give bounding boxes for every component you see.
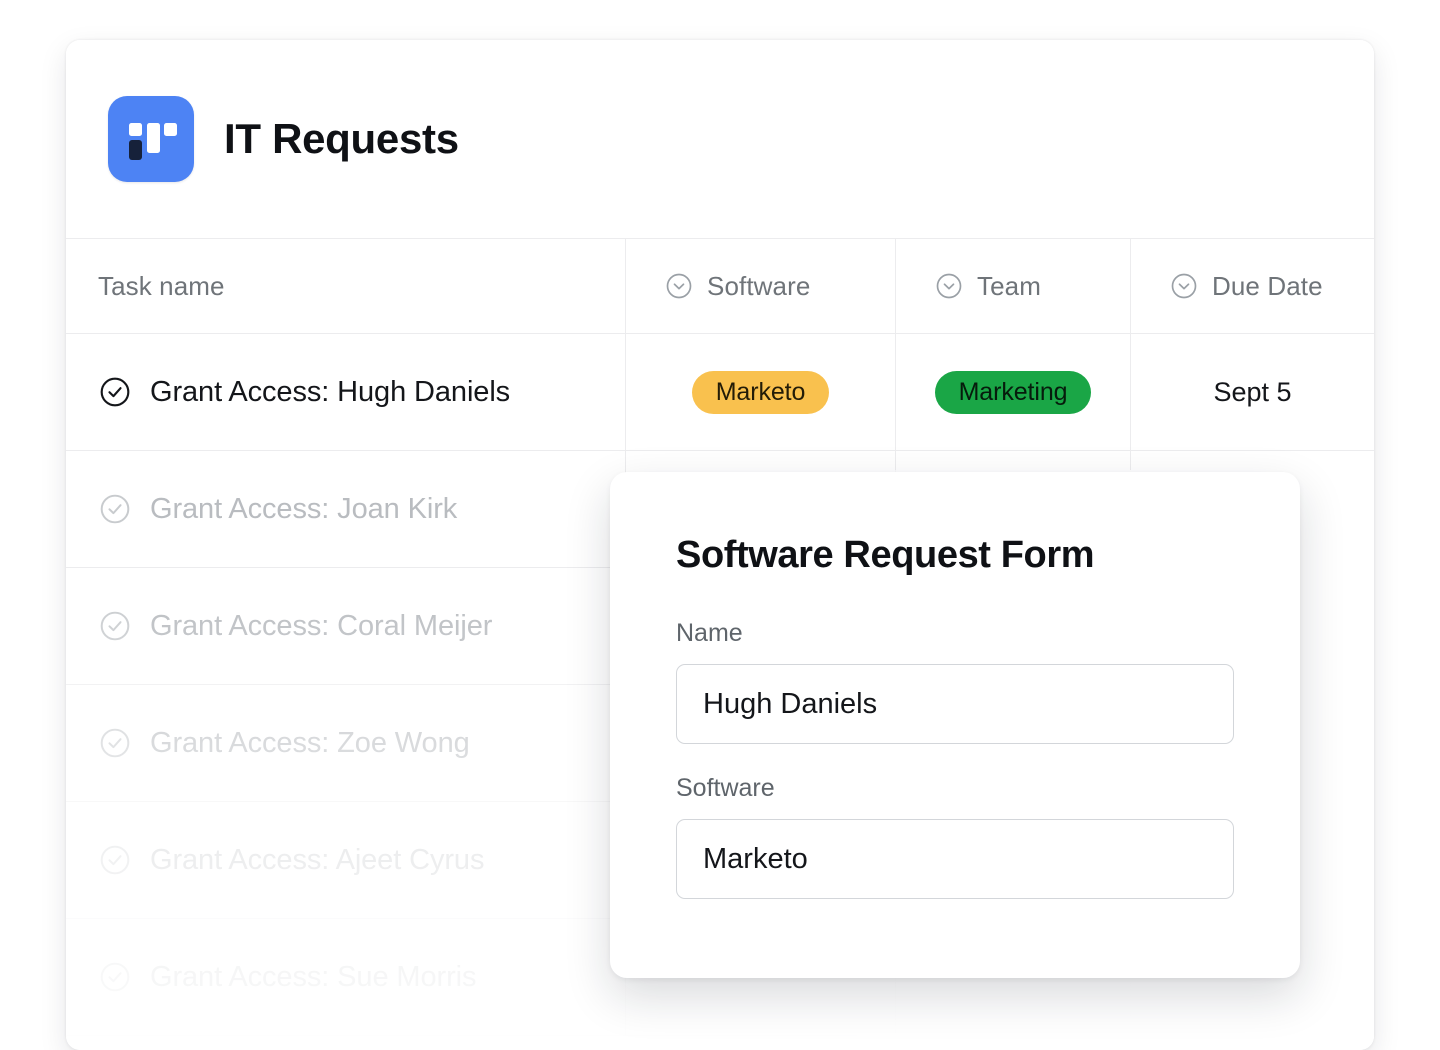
task-name-label: Grant Access: Coral Meijer xyxy=(150,610,492,643)
task-name-cell[interactable]: Grant Access: Ajeet Cyrus xyxy=(66,802,626,918)
column-header-label: Software xyxy=(707,271,810,302)
software-request-form-modal: Software Request Form Name Hugh Daniels … xyxy=(610,472,1300,978)
task-name-cell[interactable]: Grant Access: Sue Morris xyxy=(66,919,626,1035)
table-row[interactable]: Grant Access: Hugh Daniels Marketo Marke… xyxy=(66,334,1374,451)
check-circle-icon[interactable] xyxy=(98,843,132,877)
task-name-label: Grant Access: Zoe Wong xyxy=(150,727,470,760)
due-date-cell[interactable]: Sept 5 xyxy=(1131,334,1374,450)
modal-title: Software Request Form xyxy=(676,534,1234,577)
software-field-label: Software xyxy=(676,774,1234,803)
task-name-label: Grant Access: Joan Kirk xyxy=(150,493,457,526)
check-circle-icon[interactable] xyxy=(98,609,132,643)
chevron-down-circle-icon xyxy=(1169,271,1199,301)
kanban-board-icon xyxy=(108,96,194,182)
team-cell[interactable]: Marketing xyxy=(896,334,1131,450)
task-name-label: Grant Access: Sue Morris xyxy=(150,961,476,994)
app-header: IT Requests xyxy=(66,40,1374,238)
task-name-label: Grant Access: Ajeet Cyrus xyxy=(150,844,484,877)
task-name-cell[interactable]: Grant Access: Zoe Wong xyxy=(66,685,626,801)
chevron-down-circle-icon xyxy=(664,271,694,301)
table-header-row: Task name Software Team xyxy=(66,239,1374,334)
column-header-software[interactable]: Software xyxy=(626,239,896,333)
name-field[interactable]: Hugh Daniels xyxy=(676,664,1234,744)
check-circle-icon[interactable] xyxy=(98,960,132,994)
name-field-label: Name xyxy=(676,619,1234,648)
check-circle-icon[interactable] xyxy=(98,492,132,526)
chevron-down-circle-icon xyxy=(934,271,964,301)
task-name-cell[interactable]: Grant Access: Coral Meijer xyxy=(66,568,626,684)
task-name-cell[interactable]: Grant Access: Joan Kirk xyxy=(66,451,626,567)
column-header-task-name[interactable]: Task name xyxy=(66,239,626,333)
page-title: IT Requests xyxy=(224,115,459,163)
column-header-label: Task name xyxy=(98,271,225,302)
check-circle-icon[interactable] xyxy=(98,726,132,760)
task-name-label: Grant Access: Hugh Daniels xyxy=(150,376,510,409)
due-date-label: Sept 5 xyxy=(1213,377,1291,408)
check-circle-icon[interactable] xyxy=(98,375,132,409)
software-cell[interactable]: Marketo xyxy=(626,334,896,450)
task-name-cell[interactable]: Grant Access: Hugh Daniels xyxy=(66,334,626,450)
column-header-label: Team xyxy=(977,271,1041,302)
team-badge: Marketing xyxy=(935,371,1092,414)
column-header-team[interactable]: Team xyxy=(896,239,1131,333)
software-field[interactable]: Marketo xyxy=(676,819,1234,899)
column-header-label: Due Date xyxy=(1212,271,1323,302)
column-header-due-date[interactable]: Due Date xyxy=(1131,239,1374,333)
software-badge: Marketo xyxy=(692,371,830,414)
